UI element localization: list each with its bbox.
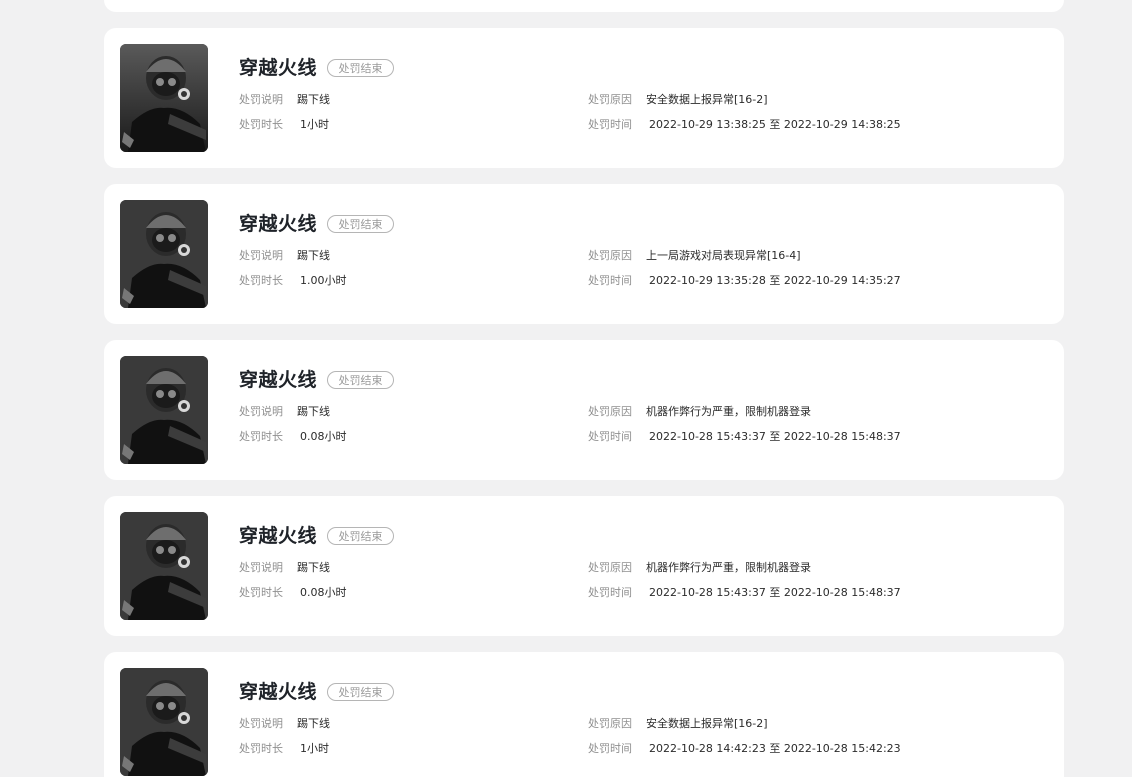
desc-value: 踢下线 (297, 561, 330, 574)
desc-label: 处罚说明 (239, 561, 283, 574)
reason-label: 处罚原因 (588, 249, 632, 262)
punishment-card[interactable]: 穿越火线 处罚结束 处罚说明 踢下线 处罚原因 安全数据上报异常[16-2] 处… (104, 652, 1064, 777)
game-title: 穿越火线 (239, 525, 318, 547)
desc-value: 踢下线 (297, 405, 330, 418)
status-badge: 处罚结束 (327, 527, 394, 545)
reason-label: 处罚原因 (588, 93, 632, 106)
punishment-card-partial (104, 0, 1064, 12)
time-value: 2022-10-28 15:43:37 至 2022-10-28 15:48:3… (649, 586, 901, 599)
punishment-card[interactable]: 穿越火线 处罚结束 处罚说明 踢下线 处罚原因 上一局游戏对局表现异常[16-4… (104, 184, 1064, 324)
time-label: 处罚时间 (588, 586, 632, 599)
status-badge: 处罚结束 (327, 59, 394, 77)
game-avatar-image (120, 356, 208, 464)
reason-value: 安全数据上报异常[16-2] (646, 717, 768, 730)
duration-value: 1小时 (300, 742, 329, 755)
reason-value: 机器作弊行为严重，限制机器登录 (646, 405, 811, 418)
game-avatar-image (120, 668, 208, 776)
desc-label: 处罚说明 (239, 93, 283, 106)
time-value: 2022-10-29 13:38:25 至 2022-10-29 14:38:2… (649, 118, 901, 131)
time-value: 2022-10-28 15:43:37 至 2022-10-28 15:48:3… (649, 430, 901, 443)
desc-value: 踢下线 (297, 249, 330, 262)
status-badge: 处罚结束 (327, 215, 394, 233)
punishment-card[interactable]: 穿越火线 处罚结束 处罚说明 踢下线 处罚原因 机器作弊行为严重，限制机器登录 … (104, 340, 1064, 480)
time-value: 2022-10-29 13:35:28 至 2022-10-29 14:35:2… (649, 274, 901, 287)
time-label: 处罚时间 (588, 274, 632, 287)
desc-label: 处罚说明 (239, 405, 283, 418)
punishment-record-list: 穿越火线 处罚结束 处罚说明 踢下线 处罚原因 安全数据上报异常[16-2] 处… (0, 0, 1132, 777)
status-badge: 处罚结束 (327, 371, 394, 389)
time-label: 处罚时间 (588, 118, 632, 131)
reason-value: 上一局游戏对局表现异常[16-4] (646, 249, 801, 262)
game-avatar-image (120, 200, 208, 308)
desc-value: 踢下线 (297, 93, 330, 106)
duration-label: 处罚时长 (239, 742, 283, 755)
punishment-card[interactable]: 穿越火线 处罚结束 处罚说明 踢下线 处罚原因 安全数据上报异常[16-2] 处… (104, 28, 1064, 168)
duration-value: 0.08小时 (300, 430, 347, 443)
duration-label: 处罚时长 (239, 586, 283, 599)
desc-label: 处罚说明 (239, 249, 283, 262)
punishment-card[interactable]: 穿越火线 处罚结束 处罚说明 踢下线 处罚原因 机器作弊行为严重，限制机器登录 … (104, 496, 1064, 636)
game-title: 穿越火线 (239, 681, 318, 703)
reason-label: 处罚原因 (588, 717, 632, 730)
duration-label: 处罚时长 (239, 430, 283, 443)
duration-label: 处罚时长 (239, 274, 283, 287)
reason-label: 处罚原因 (588, 405, 632, 418)
desc-value: 踢下线 (297, 717, 330, 730)
reason-label: 处罚原因 (588, 561, 632, 574)
game-title: 穿越火线 (239, 369, 318, 391)
duration-label: 处罚时长 (239, 118, 283, 131)
reason-value: 安全数据上报异常[16-2] (646, 93, 768, 106)
desc-label: 处罚说明 (239, 717, 283, 730)
time-label: 处罚时间 (588, 742, 632, 755)
duration-value: 1小时 (300, 118, 329, 131)
game-title: 穿越火线 (239, 213, 318, 235)
time-label: 处罚时间 (588, 430, 632, 443)
duration-value: 1.00小时 (300, 274, 347, 287)
reason-value: 机器作弊行为严重，限制机器登录 (646, 561, 811, 574)
time-value: 2022-10-28 14:42:23 至 2022-10-28 15:42:2… (649, 742, 901, 755)
game-title: 穿越火线 (239, 57, 318, 79)
game-avatar-image (120, 44, 208, 152)
game-avatar-image (120, 512, 208, 620)
duration-value: 0.08小时 (300, 586, 347, 599)
status-badge: 处罚结束 (327, 683, 394, 701)
